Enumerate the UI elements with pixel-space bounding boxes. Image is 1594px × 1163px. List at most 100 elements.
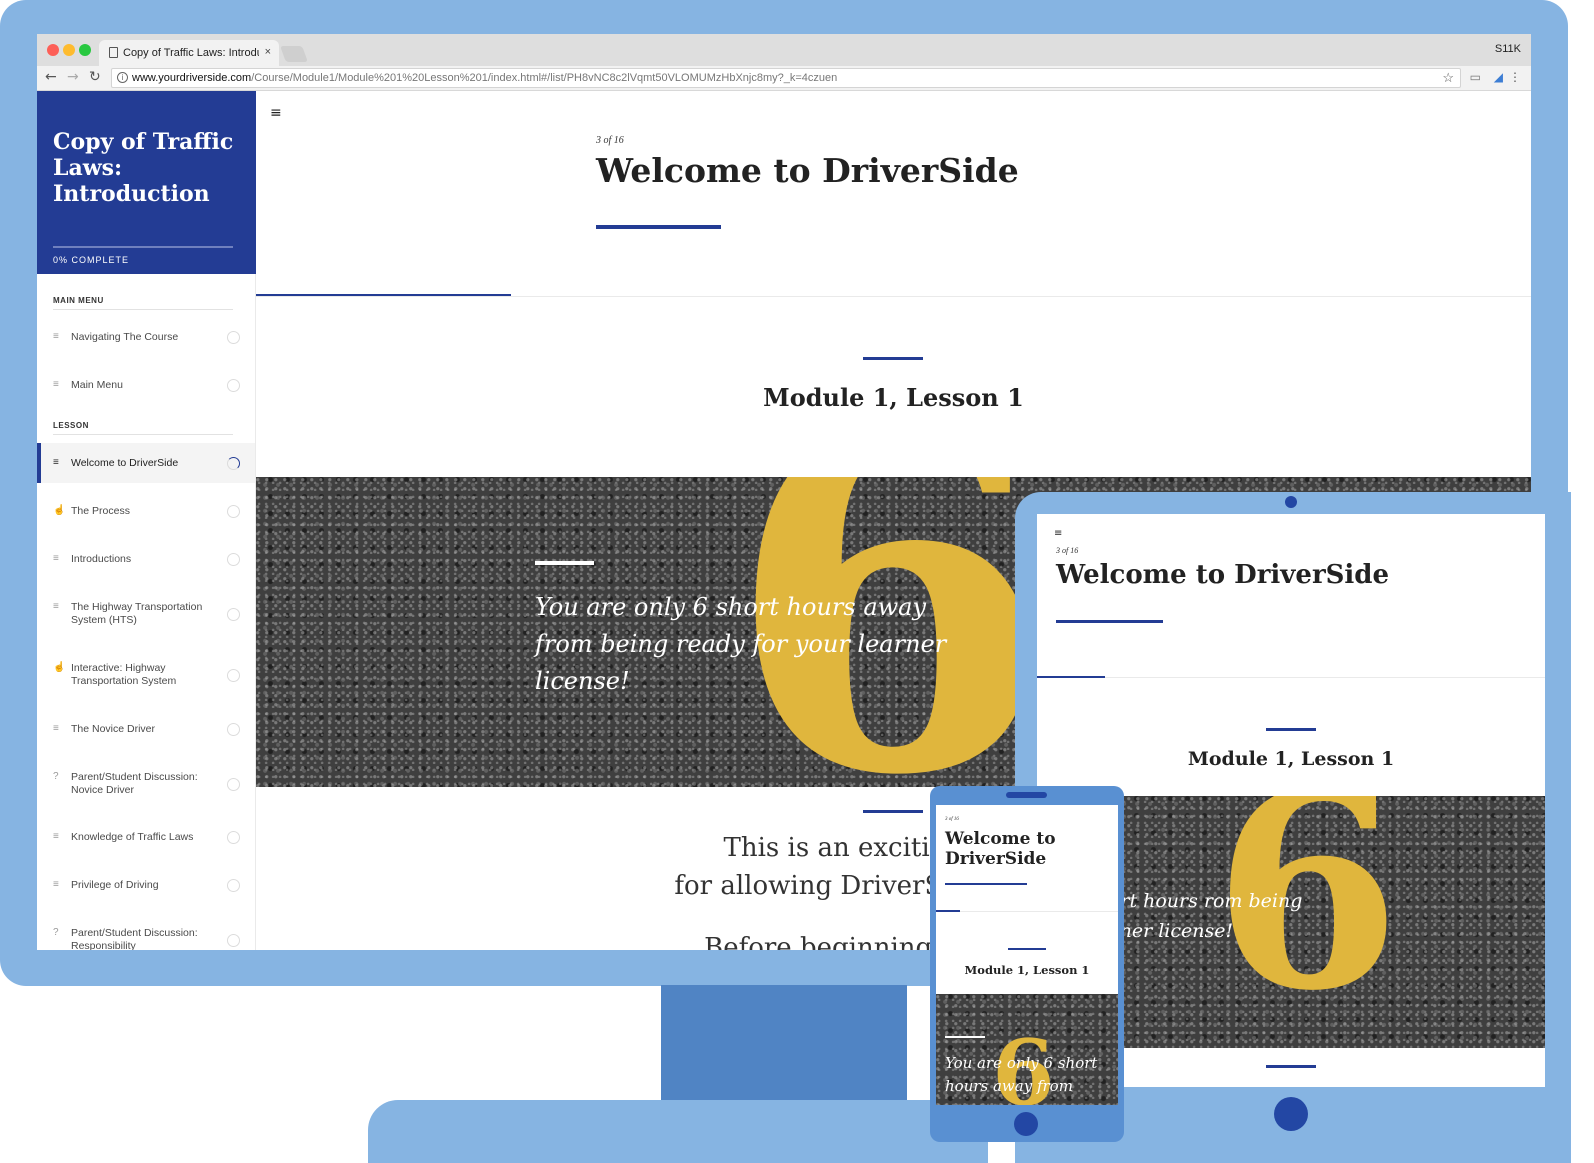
asphalt-banner-image: 6 You are only 6 short hours away from: [936, 994, 1118, 1105]
lesson-progress-bar: [936, 910, 960, 912]
sidebar-item-label: Knowledge of Traffic Laws: [71, 831, 194, 843]
sidebar-item-introductions[interactable]: ≡ Introductions: [37, 553, 255, 573]
course-sidebar: Copy of Traffic Laws: Introduction 0% CO…: [37, 91, 256, 950]
sidebar-item-the-novice-driver[interactable]: ≡ The Novice Driver: [37, 723, 255, 743]
sidebar-item-navigating-the-course[interactable]: ≡ Navigating The Course: [37, 331, 255, 351]
status-circle-icon: [227, 379, 240, 392]
browser-tab[interactable]: Copy of Traffic Laws: Introducti ×: [99, 40, 279, 66]
status-circle-icon: [227, 331, 240, 344]
sidebar-item-discussion-responsibility[interactable]: ? Parent/Student Discussion: Responsibil…: [37, 927, 255, 950]
sidebar-item-highway-transportation-system[interactable]: ≡ The Highway Transportation System (HTS…: [37, 601, 255, 629]
monitor-base: [368, 1100, 988, 1163]
sidebar-item-welcome-to-driverside[interactable]: ≡ Welcome to DriverSide: [37, 443, 255, 483]
sidebar-item-label: Interactive: Highway Transportation Syst…: [71, 662, 177, 687]
lesson-title: Welcome to DriverSide: [596, 151, 1019, 190]
title-underline: [1056, 620, 1163, 623]
status-circle-icon: [227, 778, 240, 791]
phone-screen: 3 of 16 Welcome to DriverSide Module 1, …: [936, 805, 1118, 1105]
interactive-lesson-icon: ☝: [53, 505, 66, 516]
document-icon: [109, 47, 118, 58]
url-path: /Course/Module1/Module%201%20Lesson%201/…: [251, 72, 838, 84]
forward-arrow-icon[interactable]: →: [67, 69, 79, 85]
bookmark-star-icon[interactable]: ☆: [1442, 70, 1454, 86]
sidebar-item-label: The Novice Driver: [71, 723, 156, 735]
browser-titlebar: Copy of Traffic Laws: Introducti × S11K: [37, 34, 1531, 66]
sidebar-item-discussion-novice-driver[interactable]: ? Parent/Student Discussion: Novice Driv…: [37, 771, 255, 799]
phone-home-button: [1014, 1112, 1038, 1136]
tab-close-icon[interactable]: ×: [265, 46, 271, 58]
sidebar-item-knowledge-of-traffic-laws[interactable]: ≡ Knowledge of Traffic Laws: [37, 831, 255, 851]
reload-icon[interactable]: ↻: [89, 69, 101, 85]
lesson-progress-bar: [1037, 676, 1105, 678]
new-tab-button[interactable]: [280, 46, 308, 62]
sidebar-item-label: Navigating The Course: [71, 331, 179, 343]
sidebar-item-label: Welcome to DriverSide: [71, 457, 179, 469]
status-circle-icon: [227, 934, 240, 947]
section-accent-bar: [863, 810, 923, 813]
section-accent-bar: [1008, 948, 1046, 950]
section-divider: [53, 434, 233, 435]
info-icon[interactable]: i: [117, 72, 128, 83]
status-circle-icon: [227, 669, 240, 682]
extension-pen-icon[interactable]: ◢: [1494, 70, 1503, 84]
module-heading: Module 1, Lesson 1: [1187, 748, 1395, 770]
hamburger-menu-icon[interactable]: ≡: [1054, 528, 1062, 539]
lesson-counter: 3 of 16: [945, 817, 959, 822]
sidebar-item-label: Parent/Student Discussion: Responsibilit…: [71, 927, 198, 950]
section-accent-bar: [1266, 728, 1316, 731]
sidebar-item-label: The Process: [71, 505, 130, 517]
profile-label[interactable]: S11K: [1495, 43, 1521, 55]
question-icon: ?: [53, 771, 59, 782]
window-close-button[interactable]: [47, 44, 59, 56]
text-lesson-icon: ≡: [53, 723, 59, 734]
browser-toolbar: ← → ↻ i www.yourdriverside.com/Course/Mod…: [37, 66, 1531, 91]
quote-accent-dash: [945, 1036, 985, 1038]
window-zoom-button[interactable]: [79, 44, 91, 56]
status-circle-icon: [227, 505, 240, 518]
sidebar-item-interactive-hts[interactable]: ☝ Interactive: Highway Transportation Sy…: [37, 662, 255, 690]
progress-label: 0% COMPLETE: [53, 255, 130, 265]
text-lesson-icon: ≡: [53, 331, 59, 342]
window-minimize-button[interactable]: [63, 44, 75, 56]
text-lesson-icon: ≡: [53, 879, 59, 890]
sidebar-item-the-process[interactable]: ☝ The Process: [37, 505, 255, 525]
banner-quote: You are only 6 short hours away from bei…: [535, 593, 947, 695]
hamburger-menu-icon[interactable]: ≡: [270, 105, 282, 121]
header-divider: [1037, 677, 1545, 678]
sidebar-item-main-menu[interactable]: ≡ Main Menu: [37, 379, 255, 399]
header-divider: [256, 296, 1531, 297]
text-lesson-icon: ≡: [53, 553, 59, 564]
text-lesson-icon: ≡: [53, 831, 59, 842]
lesson-counter: 3 of 16: [1056, 546, 1079, 555]
tab-title: Copy of Traffic Laws: Introducti: [123, 47, 259, 59]
question-icon: ?: [53, 927, 59, 938]
header-divider: [936, 911, 1118, 912]
sidebar-item-label: The Highway Transportation System (HTS): [71, 601, 203, 626]
back-arrow-icon[interactable]: ←: [45, 69, 57, 85]
status-circle-icon: [227, 723, 240, 736]
browser-menu-icon[interactable]: ⋮: [1509, 70, 1521, 84]
quote-accent-dash: [535, 561, 594, 565]
title-underline: [596, 225, 721, 229]
section-accent-bar: [1266, 1065, 1316, 1068]
phone-speaker: [1006, 792, 1047, 798]
status-circle-icon: [227, 879, 240, 892]
module-heading: Module 1, Lesson 1: [964, 963, 1090, 977]
sidebar-item-label: Parent/Student Discussion: Novice Driver: [71, 771, 198, 796]
url-host: www.yourdriverside.com: [132, 72, 252, 84]
sidebar-item-label: Introductions: [71, 553, 132, 565]
lesson-section-label: LESSON: [53, 421, 89, 430]
status-circle-icon: [227, 608, 240, 621]
extension-icon[interactable]: ▭: [1470, 70, 1481, 84]
lesson-title: Welcome to DriverSide: [945, 829, 1056, 869]
sidebar-header: Copy of Traffic Laws: Introduction 0% CO…: [37, 91, 256, 274]
monitor-neck: [661, 985, 907, 1105]
text-lesson-icon: ≡: [53, 457, 59, 468]
phone-frame: 3 of 16 Welcome to DriverSide Module 1, …: [930, 786, 1124, 1142]
lesson-title: Welcome to DriverSide: [1056, 560, 1390, 590]
text-lesson-icon: ≡: [53, 379, 59, 390]
sidebar-item-privilege-of-driving[interactable]: ≡ Privilege of Driving: [37, 879, 255, 899]
address-bar[interactable]: i www.yourdriverside.com/Course/Module1/M…: [111, 68, 1461, 88]
sidebar-item-label: Privilege of Driving: [71, 879, 159, 891]
module-heading: Module 1, Lesson 1: [763, 383, 1024, 412]
